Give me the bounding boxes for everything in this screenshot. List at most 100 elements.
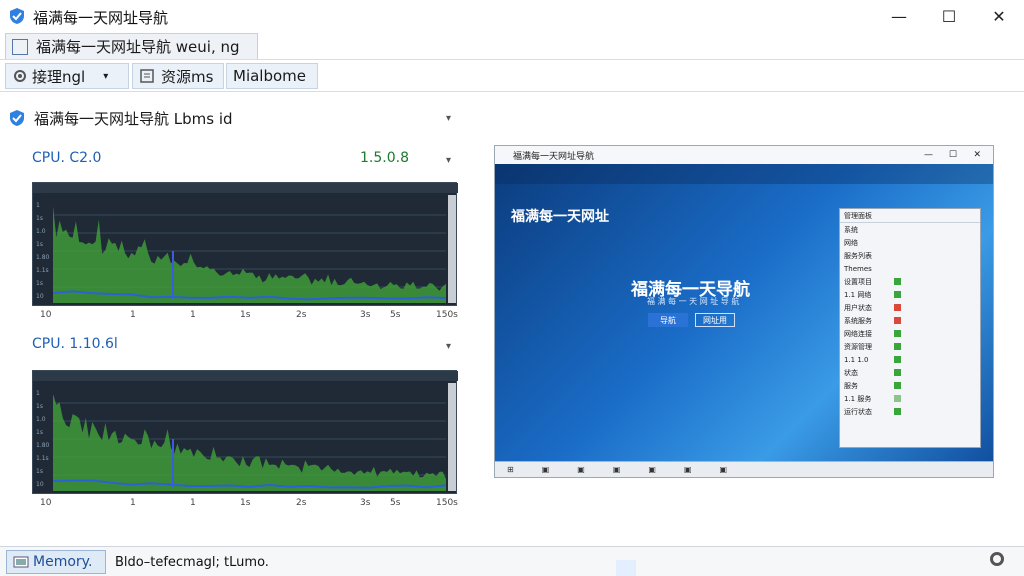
axis-left-label: 1 bbox=[36, 202, 40, 209]
toolbar-manage-button[interactable]: 接理ngl ▾ bbox=[5, 63, 129, 89]
axis-left-label: 1.80 bbox=[36, 254, 50, 261]
status-ring-icon[interactable] bbox=[990, 552, 1004, 566]
preview-taskbar: ⊞ ▣ ▣ ▣ ▣ ▣ ▣ bbox=[495, 461, 993, 477]
preview-panel-row: 用户状态 bbox=[840, 301, 980, 314]
memory-icon bbox=[13, 556, 29, 568]
panel-header: 福满每一天网址导航 Lbms id bbox=[8, 106, 458, 130]
preview-logo: 福满每一天网址 bbox=[511, 206, 609, 226]
axis-tick-label: 5s bbox=[390, 498, 401, 508]
status-indicator-icon bbox=[894, 330, 901, 337]
taskbar-app-icon: ▣ bbox=[683, 465, 692, 474]
preview-title: 福满每一天网址导航 bbox=[513, 151, 595, 162]
axis-left-label: 1s bbox=[36, 280, 43, 287]
title-bar: 福满每一天网址导航 — ☐ ✕ bbox=[0, 0, 1024, 32]
cpu-graph-2-plot: 1 1s 1.0 1s 1.80 1.1s 1s 10 bbox=[33, 371, 458, 491]
cpu-usage-area bbox=[53, 206, 446, 303]
taskbar-app-icon: ▣ bbox=[541, 465, 550, 474]
preview-panel-row: 设置项目 bbox=[840, 275, 980, 288]
taskbar-app-icon: ▣ bbox=[612, 465, 621, 474]
status-indicator-icon bbox=[894, 356, 901, 363]
taskbar-app-icon: ▣ bbox=[719, 465, 728, 474]
preview-menubar bbox=[495, 164, 993, 184]
page-icon bbox=[12, 38, 28, 55]
axis-tick-label: 1 bbox=[130, 310, 136, 320]
status-indicator-icon bbox=[894, 369, 901, 376]
status-indicator-icon bbox=[894, 278, 901, 285]
window-title: 福满每一天网址导航 bbox=[33, 9, 169, 27]
graph-header-strip bbox=[33, 371, 458, 381]
axis-left-label: 10 bbox=[36, 293, 44, 300]
toolbar-resources-button[interactable]: 资源ms bbox=[132, 63, 224, 89]
preview-panel-row: 系统 bbox=[840, 223, 980, 236]
chevron-down-icon[interactable]: ▾ bbox=[103, 71, 108, 82]
cpu-graph-2: 1 1s 1.0 1s 1.80 1.1s 1s 10 bbox=[32, 370, 458, 494]
preview-side-panel: 管理面板 系统 网络 服务列表 Themes 设置项目 1.1 网络 用户状态 系统服务 网络连… bbox=[839, 208, 981, 448]
status-indicator-icon bbox=[894, 382, 901, 389]
close-button[interactable]: ✕ bbox=[974, 0, 1024, 32]
taskbar-app-icon: ▣ bbox=[648, 465, 656, 474]
axis-tick-label: 1 bbox=[130, 498, 136, 508]
axis-tick-label: 10 bbox=[40, 310, 52, 320]
preview-panel-row: 网络 bbox=[840, 236, 980, 249]
preview-panel-row-label: 网络连接 bbox=[844, 329, 872, 338]
axis-left-label: 1s bbox=[36, 241, 43, 248]
preview-panel-row-label: 用户状态 bbox=[844, 303, 872, 312]
graph-scrollbar bbox=[448, 195, 456, 303]
preview-panel-row-label: 设置项目 bbox=[844, 277, 872, 286]
axis-left-label: 1s bbox=[36, 429, 43, 436]
axis-tick-label: 1 bbox=[190, 310, 196, 320]
axis-tick-label: 5s bbox=[390, 310, 401, 320]
axis-left-label: 10 bbox=[36, 481, 44, 488]
toolbar-resources-label: 资源ms bbox=[161, 67, 214, 86]
panel-collapse-caret-icon[interactable]: ▾ bbox=[446, 113, 451, 124]
preview-panel-row-label: 系统 bbox=[844, 225, 858, 234]
preview-secondary-button[interactable]: 网址用 bbox=[695, 313, 735, 327]
graph1-caret-icon[interactable]: ▾ bbox=[446, 155, 451, 166]
status-indicator-icon bbox=[894, 395, 901, 402]
axis-tick-label: 2s bbox=[296, 310, 307, 320]
axis-left-label: 1s bbox=[36, 403, 43, 410]
axis-left-label: 1 bbox=[36, 390, 40, 397]
status-indicator-icon bbox=[894, 304, 901, 311]
toolbar-mialbome-label: Mialbome bbox=[233, 67, 307, 85]
axis-tick-label: 1s bbox=[240, 498, 251, 508]
preview-panel-row-label: 资源管理 bbox=[844, 342, 872, 351]
status-memory-tab[interactable]: Memory. bbox=[6, 550, 106, 574]
toolbar-mialbome-button[interactable]: Mialbome bbox=[226, 63, 318, 89]
gear-icon bbox=[14, 70, 26, 82]
tab-main[interactable]: 福满每一天网址导航 weui, ng bbox=[5, 33, 258, 59]
preview-panel-row: 网络连接 bbox=[840, 327, 980, 340]
document-icon bbox=[140, 69, 154, 83]
preview-panel-title: 管理面板 bbox=[840, 209, 980, 223]
minimize-button[interactable]: — bbox=[874, 0, 924, 32]
preview-hero-subtitle: 福 满 每 一 天 网 址 导 航 bbox=[647, 297, 740, 306]
graph-scrollbar bbox=[448, 383, 456, 491]
axis-tick-label: 150s bbox=[436, 498, 458, 508]
axis-tick-label: 1 bbox=[190, 498, 196, 508]
cpu-label-1: CPU. C2.0 bbox=[32, 150, 102, 166]
preview-minimize-icon: — bbox=[924, 150, 933, 160]
preview-panel-row: 1.1 服务 bbox=[840, 392, 980, 405]
status-bar: Memory. Bldo–tefecmagl; tLumo. bbox=[0, 546, 1024, 576]
preview-panel-row: 1.1 网络 bbox=[840, 288, 980, 301]
graph2-caret-icon[interactable]: ▾ bbox=[446, 341, 451, 352]
preview-screenshot[interactable]: 福满每一天网址导航 — ☐ ✕ 福满每一天网址 福满每一天导航 福 满 每 一 … bbox=[494, 145, 994, 478]
status-indicator-icon bbox=[894, 291, 901, 298]
taskbar-start-icon: ⊞ bbox=[507, 465, 514, 474]
axis-tick-label: 3s bbox=[360, 498, 371, 508]
graph-header-strip bbox=[33, 183, 458, 193]
axis-tick-label: 1s bbox=[240, 310, 251, 320]
axis-left-label: 1.0 bbox=[36, 416, 46, 423]
toolbar-manage-label: 接理ngl bbox=[32, 67, 86, 86]
cpu-graph-1: 1 1s 1.0 1s 1.80 1.1s 1s 10 bbox=[32, 182, 458, 306]
axis-left-label: 1.1s bbox=[36, 455, 49, 462]
preview-panel-row-label: Themes bbox=[844, 264, 872, 273]
shield-icon bbox=[10, 110, 24, 126]
preview-primary-button[interactable]: 导航 bbox=[648, 313, 688, 327]
preview-panel-row: 状态 bbox=[840, 366, 980, 379]
axis-left-label: 1s bbox=[36, 468, 43, 475]
preview-logo-text: 福满每一天网址 bbox=[511, 209, 609, 225]
status-highlight bbox=[616, 560, 636, 576]
maximize-button[interactable]: ☐ bbox=[924, 0, 974, 32]
toolbar: 接理ngl ▾ 资源ms Mialbome bbox=[0, 60, 1024, 92]
